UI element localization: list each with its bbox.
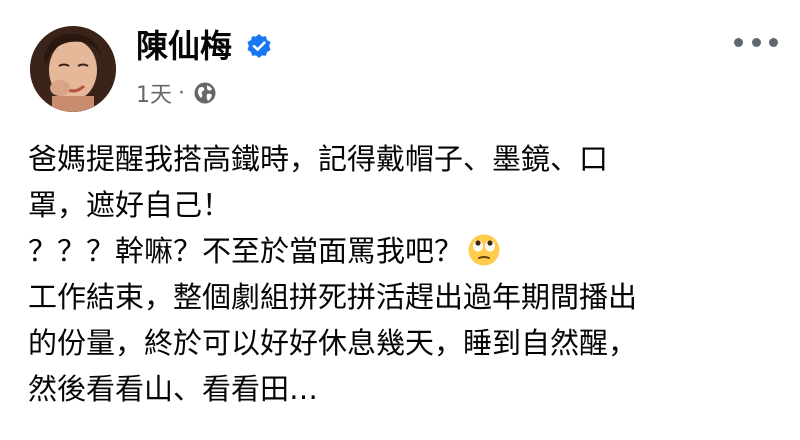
post-text-line: 然後看看山、看看田…	[28, 372, 319, 406]
post-meta: 1天 ·	[136, 78, 217, 108]
post-time[interactable]: 1天	[136, 77, 172, 109]
face-with-rolling-eyes-icon	[468, 234, 500, 266]
verified-badge-icon	[247, 34, 271, 58]
post-text-line: 工作結束，整個劇組拼死拼活趕出過年期間播出	[28, 280, 638, 314]
post-text-line: 的份量，終於可以好好休息幾天，睡到自然醒，	[28, 326, 638, 360]
more-dot	[751, 37, 761, 47]
globe-icon[interactable]	[193, 81, 217, 105]
post-text-line: 罩，遮好自己！	[28, 188, 232, 222]
meta-separator: ·	[178, 80, 185, 106]
more-dot	[734, 37, 743, 47]
more-options-icon[interactable]	[734, 30, 778, 54]
post-text-segment: ？？？幹嘛？不至於當面罵我吧？	[28, 234, 464, 268]
post-text-line-with-emoji: ？？？幹嘛？不至於當面罵我吧？	[28, 228, 788, 274]
author-name[interactable]: 陳仙梅	[136, 26, 232, 66]
post-text-line: 爸媽提醒我搭高鐵時，記得戴帽子、墨鏡、口	[28, 142, 609, 176]
post-body: 爸媽提醒我搭高鐵時，記得戴帽子、墨鏡、口 罩，遮好自己！ ？？？幹嘛？不至於當面…	[28, 136, 788, 412]
more-dot	[769, 37, 778, 47]
author-avatar[interactable]	[30, 26, 116, 112]
facebook-post: 陳仙梅 1天 · 爸媽提醒我搭高鐵時，記得戴帽子、墨鏡、口 罩，遮好自己！ ？？…	[0, 0, 800, 440]
